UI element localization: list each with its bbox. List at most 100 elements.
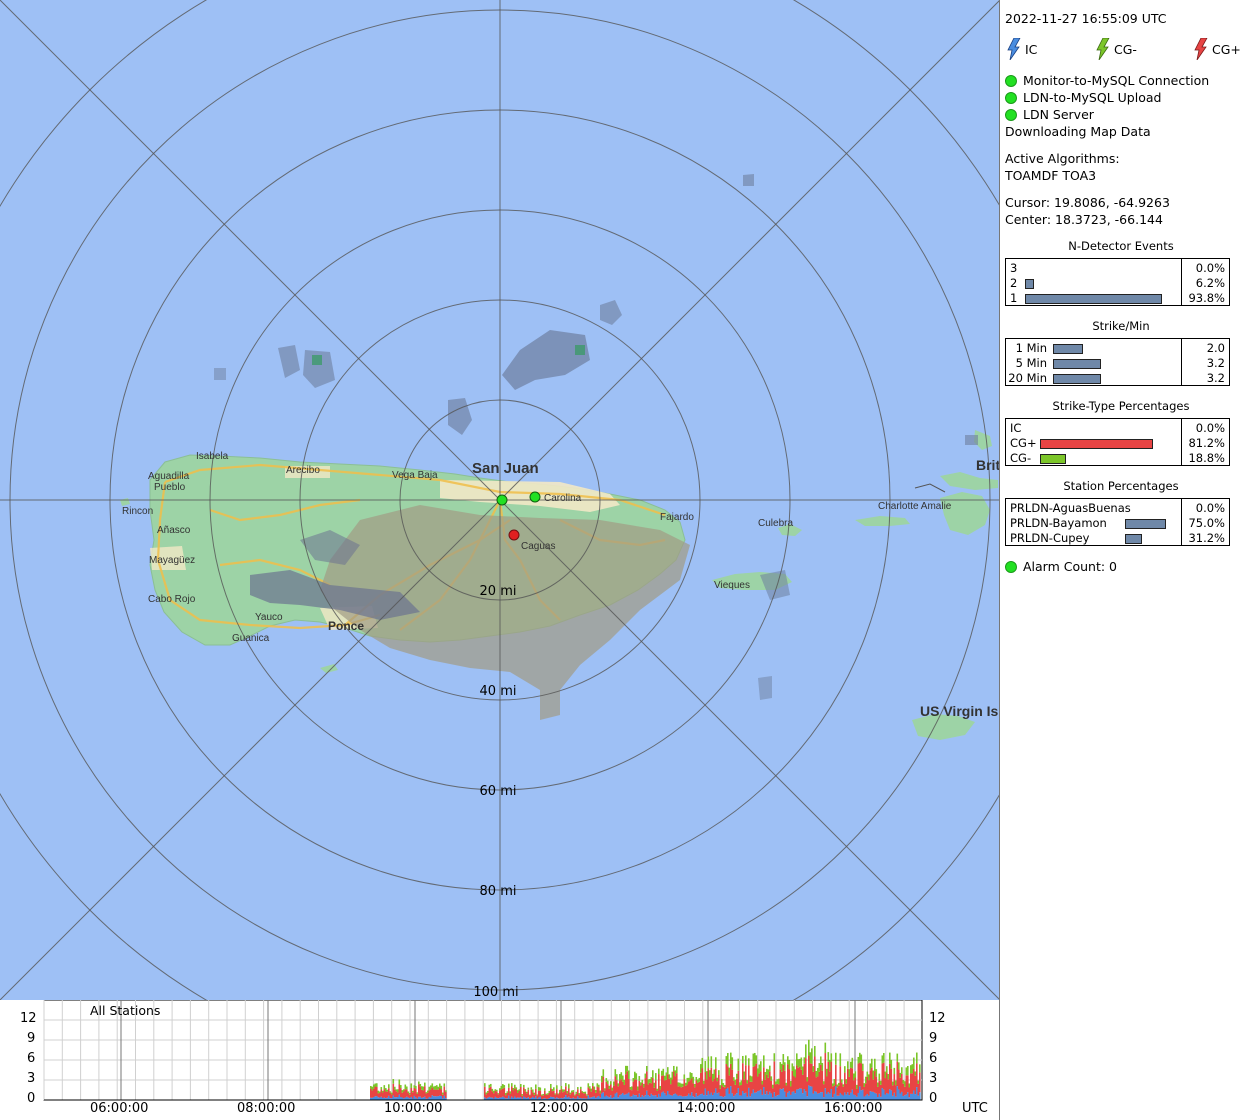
timeline-strike-bar: [535, 1088, 537, 1097]
timeline-strike-bar: [439, 1083, 441, 1088]
place-vega-baja: Vega Baja: [392, 470, 438, 481]
timeline-strike-bar: [694, 1083, 696, 1088]
strike-timeline[interactable]: All Stations 12 9 6 3 0 12 9 6 3 0 06:00…: [0, 1000, 1000, 1120]
timeline-strike-bar: [676, 1066, 678, 1074]
timeline-strike-bar: [754, 1066, 756, 1093]
timeline-strike-bar: [488, 1087, 491, 1097]
timeline-strike-bar: [626, 1071, 629, 1094]
timeline-strike-bar: [794, 1093, 797, 1100]
timeline-strike-bar: [857, 1092, 860, 1100]
timeline-strike-bar: [431, 1083, 434, 1088]
timeline-strike-bar: [550, 1088, 552, 1097]
timeline-strike-bar: [422, 1086, 425, 1091]
timeline-strike-bar: [629, 1089, 632, 1097]
timeline-strike-bar: [754, 1092, 756, 1100]
timeline-strike-bar: [412, 1092, 414, 1099]
timeline-strike-bar: [842, 1095, 845, 1100]
algorithms-title: Active Algorithms:: [1005, 151, 1120, 166]
place-vieques: Vieques: [714, 580, 750, 591]
timeline-strike-bar: [635, 1073, 638, 1080]
timeline-strike-bar: [593, 1086, 596, 1090]
station-caguas-marker[interactable]: [508, 529, 520, 541]
timeline-strike-bar: [701, 1093, 704, 1100]
timeline-strike-bar: [554, 1094, 557, 1099]
timeline-strike-bar: [697, 1079, 699, 1083]
timeline-strike-bar: [604, 1090, 606, 1097]
timeline-strike-bar: [734, 1079, 737, 1085]
timeline-strike-bar: [398, 1079, 401, 1085]
timeline-strike-bar: [716, 1077, 719, 1082]
strike-min-label: 1 Min: [1015, 341, 1047, 355]
timeline-strike-bar: [686, 1095, 689, 1100]
timeline-strike-bar: [775, 1084, 777, 1097]
timeline-strike-bar: [730, 1052, 732, 1064]
map-canvas[interactable]: San Juan Carolina Isabela Aguadilla Pueb…: [0, 0, 1000, 1000]
station-bayamon-marker[interactable]: [496, 494, 508, 506]
timeline-strike-bar: [374, 1096, 377, 1100]
timeline-strike-bar: [704, 1088, 707, 1100]
timeline-strike-bar: [434, 1085, 437, 1090]
timeline-strike-bar: [721, 1085, 723, 1097]
y-tick-left: 3: [27, 1071, 36, 1086]
station-pct-row: PRLDN-Cupey 31.2%: [1006, 531, 1229, 546]
timeline-strike-bar: [529, 1095, 531, 1099]
timeline-strike-bar: [380, 1087, 383, 1090]
timeline-strike-bar: [628, 1070, 630, 1079]
timeline-strike-bar: [887, 1093, 890, 1100]
timeline-strike-bar: [901, 1091, 903, 1100]
timeline-strike-bar: [572, 1091, 575, 1098]
timeline-strike-bar: [646, 1071, 648, 1091]
timeline-strike-bar: [674, 1093, 677, 1100]
timeline-strike-bar: [376, 1096, 378, 1100]
timeline-strike-bar: [781, 1071, 783, 1090]
timeline-strike-bar: [683, 1096, 686, 1100]
timeline-strike-bar: [403, 1091, 405, 1099]
timeline-strike-bar: [836, 1087, 839, 1096]
timeline-strike-bar: [719, 1085, 722, 1089]
timeline-strike-bar: [713, 1069, 716, 1079]
timeline-strike-bar: [617, 1083, 620, 1087]
timeline-strike-bar: [487, 1091, 489, 1093]
timeline-strike-bar: [913, 1068, 915, 1091]
timeline-strike-bar: [844, 1066, 846, 1073]
timeline-strike-bar: [389, 1091, 392, 1093]
n-detector-label: 3: [1010, 261, 1018, 275]
y-tick-left: 9: [27, 1031, 36, 1046]
timeline-strike-bar: [719, 1096, 722, 1100]
timeline-strike-bar: [688, 1077, 690, 1082]
timeline-strike-bar: [863, 1086, 866, 1097]
timeline-strike-bar: [647, 1084, 650, 1096]
timeline-strike-bar: [625, 1094, 627, 1100]
station-carolina-marker[interactable]: [529, 491, 541, 503]
timeline-strike-bar: [440, 1089, 443, 1096]
timeline-strike-bar: [721, 1096, 723, 1100]
timeline-strike-bar: [757, 1076, 759, 1092]
timeline-strike-bar: [602, 1076, 605, 1093]
timeline-strike-bar: [623, 1084, 626, 1095]
timeline-strike-bar: [680, 1083, 683, 1088]
timeline-strike-bar: [706, 1071, 708, 1080]
land-st-john: [940, 492, 990, 535]
timeline-strike-bar: [733, 1080, 735, 1097]
timeline-strike-bar: [890, 1068, 893, 1091]
timeline-strike-bar: [499, 1088, 501, 1091]
y-tick-right: 0: [929, 1091, 938, 1106]
timeline-strike-bar: [700, 1094, 702, 1100]
n-detector-label: 2: [1010, 276, 1018, 290]
timeline-strike-bar: [734, 1084, 737, 1095]
timeline-strike-bar: [686, 1077, 689, 1085]
timeline-strike-bar: [679, 1086, 681, 1096]
timeline-strike-bar: [641, 1082, 644, 1096]
timeline-strike-bar: [751, 1093, 753, 1100]
timeline-strike-bar: [739, 1085, 741, 1096]
timeline-strike-bar: [844, 1092, 846, 1100]
timeline-strike-bar: [517, 1090, 519, 1093]
timeline-strike-bar: [535, 1096, 537, 1100]
timeline-strike-bar: [805, 1091, 807, 1100]
timeline-strike-bar: [668, 1094, 671, 1100]
timeline-strike-bar: [874, 1071, 876, 1093]
n-detector-box: 3 0.0% 2 6.2% 1 93.8%: [1005, 258, 1230, 306]
timeline-strike-bar: [632, 1094, 635, 1100]
strike-type-title: Strike-Type Percentages: [1052, 399, 1190, 413]
radar-map[interactable]: San Juan Carolina Isabela Aguadilla Pueb…: [0, 0, 1000, 1000]
